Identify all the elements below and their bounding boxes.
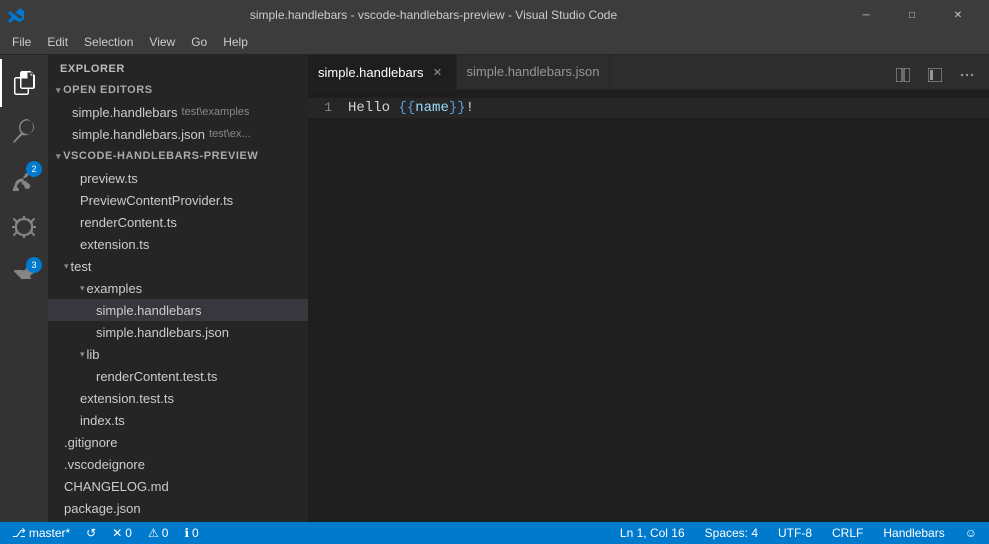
code-editor[interactable]: 1 Hello {{name}}! — [308, 90, 989, 522]
file-preview-ts[interactable]: preview.ts — [48, 167, 308, 189]
file-gitignore[interactable]: .gitignore — [48, 431, 308, 453]
open-editors-header[interactable]: ▾ OPEN EDITORS — [48, 79, 308, 101]
menu-bar: File Edit Selection View Go Help — [0, 30, 989, 55]
line-number-1: 1 — [308, 98, 348, 117]
project-section: ▾ VSCODE-HANDLEBARS-PREVIEW preview.ts P… — [48, 145, 308, 519]
sync-button[interactable]: ↺ — [82, 526, 100, 540]
activity-source-control[interactable]: 2 — [0, 155, 48, 203]
menu-help[interactable]: Help — [215, 33, 256, 51]
split-editor-button[interactable] — [889, 61, 917, 89]
folder-examples[interactable]: ▾ examples — [48, 277, 308, 299]
tab-close-handlebars[interactable]: ✕ — [430, 64, 446, 80]
tab-actions — [881, 61, 989, 89]
file-preview-content-provider[interactable]: PreviewContentProvider.ts — [48, 189, 308, 211]
menu-go[interactable]: Go — [183, 33, 215, 51]
main-layout: 2 3 EXPLORER ▾ OPEN EDITORS simple.handl… — [0, 55, 989, 522]
folder-test[interactable]: ▾ test — [48, 255, 308, 277]
explorer-title: EXPLORER — [48, 55, 308, 79]
more-actions-button[interactable] — [953, 61, 981, 89]
file-render-content-test[interactable]: renderContent.test.ts — [48, 365, 308, 387]
sync-icon: ↺ — [86, 526, 96, 540]
open-editor-handlebars[interactable]: simple.handlebars test\examples — [48, 101, 308, 123]
error-icon: ✕ — [112, 526, 122, 540]
file-simple-handlebars[interactable]: simple.handlebars — [48, 299, 308, 321]
extensions-badge: 3 — [26, 257, 42, 273]
tab-label-handlebars: simple.handlebars — [318, 65, 424, 80]
sidebar: EXPLORER ▾ OPEN EDITORS simple.handlebar… — [48, 55, 308, 522]
activity-debug[interactable] — [0, 203, 48, 251]
branch-name: master* — [29, 526, 70, 540]
window-title: simple.handlebars - vscode-handlebars-pr… — [30, 8, 837, 22]
status-right: Ln 1, Col 16 Spaces: 4 UTF-8 CRLF Handle… — [616, 526, 981, 540]
branch-indicator[interactable]: ⎇ master* — [8, 526, 74, 540]
cursor-position[interactable]: Ln 1, Col 16 — [616, 526, 689, 540]
editor-area: simple.handlebars ✕ simple.handlebars.js… — [308, 55, 989, 522]
menu-file[interactable]: File — [4, 33, 39, 51]
status-bar: ⎇ master* ↺ ✕ 0 ⚠ 0 ℹ 0 Ln 1, Col 16 Spa… — [0, 522, 989, 544]
file-render-content[interactable]: renderContent.ts — [48, 211, 308, 233]
vscode-icon — [8, 7, 24, 23]
tab-bar: simple.handlebars ✕ simple.handlebars.js… — [308, 55, 989, 90]
file-package-json[interactable]: package.json — [48, 497, 308, 519]
window-controls: ─ □ ✕ — [843, 0, 981, 30]
open-editors-section: ▾ OPEN EDITORS simple.handlebars test\ex… — [48, 79, 308, 145]
activity-explorer[interactable] — [0, 59, 48, 107]
error-count[interactable]: ✕ 0 — [108, 526, 136, 540]
menu-view[interactable]: View — [141, 33, 183, 51]
maximize-button[interactable]: □ — [889, 0, 935, 30]
info-icon: ℹ — [184, 526, 189, 540]
feedback-button[interactable]: ☺ — [961, 526, 981, 540]
source-control-badge: 2 — [26, 161, 42, 177]
line-ending-indicator[interactable]: CRLF — [828, 526, 867, 540]
file-changelog[interactable]: CHANGELOG.md — [48, 475, 308, 497]
project-header[interactable]: ▾ VSCODE-HANDLEBARS-PREVIEW — [48, 145, 308, 167]
tab-label-json: simple.handlebars.json — [467, 64, 600, 79]
title-bar: simple.handlebars - vscode-handlebars-pr… — [0, 0, 989, 30]
language-indicator[interactable]: Handlebars — [879, 526, 948, 540]
info-count[interactable]: ℹ 0 — [180, 526, 202, 540]
menu-selection[interactable]: Selection — [76, 33, 141, 51]
menu-edit[interactable]: Edit — [39, 33, 76, 51]
line-content-1: Hello {{name}}! — [348, 99, 474, 118]
status-left: ⎇ master* ↺ ✕ 0 ⚠ 0 ℹ 0 — [8, 526, 203, 540]
file-vscodeignore[interactable]: .vscodeignore — [48, 453, 308, 475]
warning-count[interactable]: ⚠ 0 — [144, 526, 172, 540]
file-extension-test[interactable]: extension.test.ts — [48, 387, 308, 409]
encoding-indicator[interactable]: UTF-8 — [774, 526, 816, 540]
minimize-button[interactable]: ─ — [843, 0, 889, 30]
file-simple-handlebars-json[interactable]: simple.handlebars.json — [48, 321, 308, 343]
warning-icon: ⚠ — [148, 526, 159, 540]
activity-bar: 2 3 — [0, 55, 48, 522]
activity-extensions[interactable]: 3 — [0, 251, 48, 299]
activity-search[interactable] — [0, 107, 48, 155]
folder-lib[interactable]: ▾ lib — [48, 343, 308, 365]
indent-type[interactable]: Spaces: 4 — [701, 526, 762, 540]
tab-simple-handlebars-json[interactable]: simple.handlebars.json — [457, 55, 611, 89]
branch-icon: ⎇ — [12, 526, 26, 540]
close-button[interactable]: ✕ — [935, 0, 981, 30]
code-line-1: 1 Hello {{name}}! — [308, 98, 989, 118]
file-index[interactable]: index.ts — [48, 409, 308, 431]
open-editor-json[interactable]: simple.handlebars.json test\ex... — [48, 123, 308, 145]
tab-simple-handlebars[interactable]: simple.handlebars ✕ — [308, 55, 457, 89]
toggle-sidebar-button[interactable] — [921, 61, 949, 89]
file-extension-ts[interactable]: extension.ts — [48, 233, 308, 255]
